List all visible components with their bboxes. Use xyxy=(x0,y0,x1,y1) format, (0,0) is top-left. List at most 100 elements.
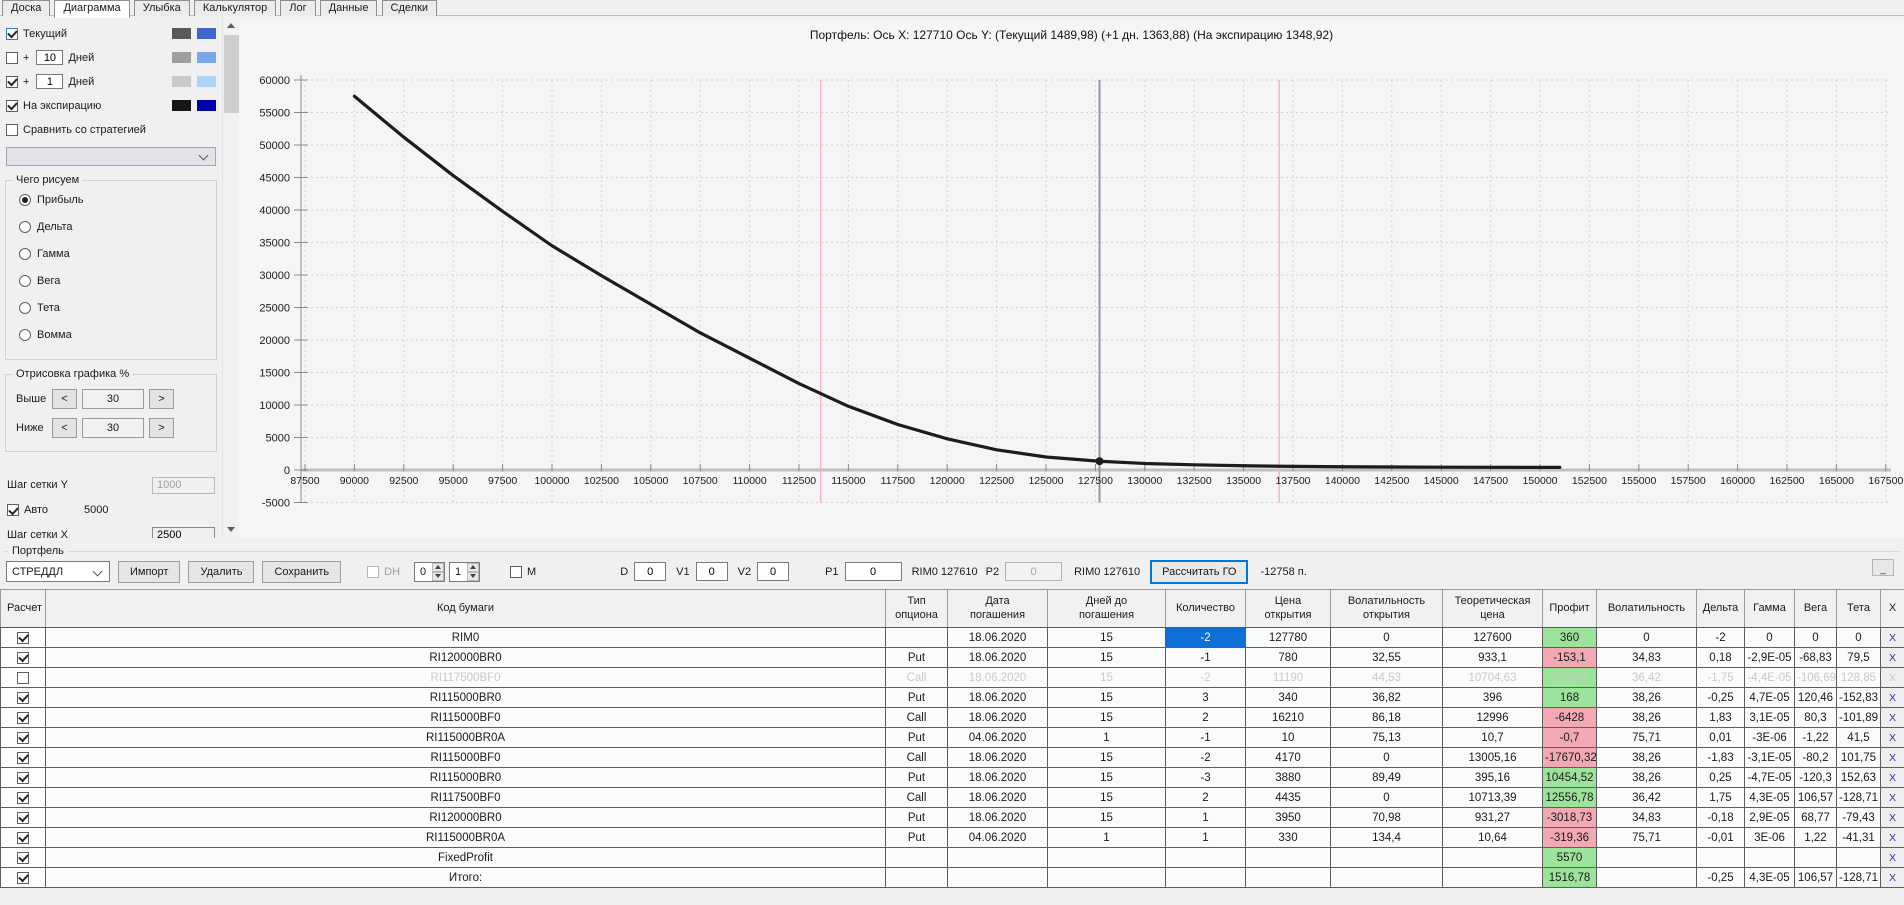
cell-type[interactable]: Put xyxy=(885,807,948,828)
cell-theta[interactable]: 79,5 xyxy=(1836,647,1881,668)
cell-date[interactable]: 18.06.2020 xyxy=(947,707,1048,728)
cell-type[interactable]: Put xyxy=(885,727,948,748)
cell-vol[interactable]: 38,26 xyxy=(1596,687,1697,708)
cell-gamma[interactable]: -3,1E-05 xyxy=(1744,747,1795,768)
cell-vol[interactable]: 38,26 xyxy=(1596,767,1697,788)
cell-delta[interactable]: 1,83 xyxy=(1696,707,1745,728)
tab-diagramma[interactable]: Диаграмма xyxy=(54,0,130,18)
cell-calc[interactable] xyxy=(0,767,46,788)
row-calc-checkbox[interactable] xyxy=(17,731,29,744)
below-decrement-button[interactable]: < xyxy=(52,418,77,438)
cell-vol[interactable]: 0 xyxy=(1596,627,1697,648)
cell-qty[interactable]: 2 xyxy=(1165,707,1246,728)
cell-theta[interactable]: 41,5 xyxy=(1836,727,1881,748)
cell-date[interactable]: 18.06.2020 xyxy=(947,787,1048,808)
cell-date[interactable]: 18.06.2020 xyxy=(947,627,1048,648)
cell-days[interactable]: 15 xyxy=(1047,767,1166,788)
cell-days[interactable] xyxy=(1047,847,1166,868)
cell-openvol[interactable]: 44,53 xyxy=(1330,667,1443,688)
cell-theta[interactable]: -79,43 xyxy=(1836,807,1881,828)
cell-profit[interactable]: 1516,78 xyxy=(1542,867,1597,888)
col-header-openvol[interactable]: Волатильность открытия xyxy=(1330,589,1443,628)
cell-days[interactable]: 15 xyxy=(1047,807,1166,828)
cell-type[interactable] xyxy=(885,867,948,888)
cell-code[interactable]: RI117500BF0 xyxy=(45,667,886,688)
cell-code[interactable]: RI115000BR0 xyxy=(45,767,886,788)
cell-date[interactable]: 18.06.2020 xyxy=(947,747,1048,768)
current-gray-swatch[interactable] xyxy=(172,28,191,39)
cell-vol[interactable]: 38,26 xyxy=(1596,747,1697,768)
cell-profit[interactable]: -153,1 xyxy=(1542,647,1597,668)
cell-date[interactable]: 18.06.2020 xyxy=(947,767,1048,788)
cell-date[interactable] xyxy=(947,847,1048,868)
cell-date[interactable]: 04.06.2020 xyxy=(947,727,1048,748)
cell-date[interactable]: 18.06.2020 xyxy=(947,667,1048,688)
below-increment-button[interactable]: > xyxy=(149,418,174,438)
cell-vol[interactable]: 36,42 xyxy=(1596,667,1697,688)
cell-code[interactable]: RIM0 xyxy=(45,627,886,648)
cell-days[interactable] xyxy=(1047,867,1166,888)
cell-openvol[interactable]: 36,82 xyxy=(1330,687,1443,708)
cell-open[interactable]: 780 xyxy=(1245,647,1331,668)
cell-vega[interactable]: 0 xyxy=(1794,627,1837,648)
row-delete-button[interactable]: X xyxy=(1880,627,1904,648)
cell-theta[interactable]: 152,63 xyxy=(1836,767,1881,788)
tab-doska[interactable]: Доска xyxy=(2,0,51,16)
dh-spinner-1[interactable]: 0 xyxy=(414,561,446,582)
cell-delta[interactable]: -0,01 xyxy=(1696,827,1745,848)
row-calc-checkbox[interactable] xyxy=(17,631,29,644)
calculate-margin-button[interactable]: Рассчитать ГО xyxy=(1150,559,1249,584)
cell-code[interactable]: RI117500BF0 xyxy=(45,787,886,808)
p2-input[interactable] xyxy=(1005,562,1063,581)
cell-open[interactable]: 340 xyxy=(1245,687,1331,708)
cell-theta[interactable]: -128,71 xyxy=(1836,787,1881,808)
cell-calc[interactable] xyxy=(0,787,46,808)
cell-qty[interactable]: 2 xyxy=(1165,787,1246,808)
cell-profit[interactable]: -319,36 xyxy=(1542,827,1597,848)
expiration-gray-swatch[interactable] xyxy=(172,100,191,111)
cell-theta[interactable]: -41,31 xyxy=(1836,827,1881,848)
cell-profit[interactable]: 970,74 xyxy=(1542,667,1597,688)
cell-gamma[interactable]: 4,3E-05 xyxy=(1744,867,1795,888)
cell-gamma[interactable]: 3,1E-05 xyxy=(1744,707,1795,728)
cell-open[interactable]: 3880 xyxy=(1245,767,1331,788)
above-decrement-button[interactable]: < xyxy=(52,389,77,409)
above-value[interactable]: 30 xyxy=(82,389,144,409)
cell-vega[interactable]: -1,22 xyxy=(1794,727,1837,748)
cell-type[interactable]: Call xyxy=(885,787,948,808)
cell-gamma[interactable]: -4,7E-05 xyxy=(1744,767,1795,788)
cell-qty[interactable]: 1 xyxy=(1165,807,1246,828)
cell-profit[interactable]: -6428 xyxy=(1542,707,1597,728)
m-checkbox[interactable] xyxy=(510,565,523,578)
plus10-checkbox[interactable] xyxy=(6,51,18,64)
cell-delta[interactable]: 0,25 xyxy=(1696,767,1745,788)
cell-theo[interactable]: 127600 xyxy=(1442,627,1543,648)
save-button[interactable]: Сохранить xyxy=(262,560,342,583)
cell-open[interactable]: 10 xyxy=(1245,727,1331,748)
cell-calc[interactable] xyxy=(0,687,46,708)
scrollbar-thumb[interactable] xyxy=(224,35,239,113)
cell-theo[interactable] xyxy=(1442,867,1543,888)
cell-qty[interactable]: -3 xyxy=(1165,767,1246,788)
sidebar-scrollbar[interactable] xyxy=(222,17,239,538)
cell-openvol[interactable]: 89,49 xyxy=(1330,767,1443,788)
cell-open[interactable]: 16210 xyxy=(1245,707,1331,728)
col-header-theta[interactable]: Тета xyxy=(1836,589,1881,628)
cell-calc[interactable] xyxy=(0,647,46,668)
cell-days[interactable]: 15 xyxy=(1047,747,1166,768)
plus10-days-input[interactable] xyxy=(36,50,64,65)
cell-days[interactable]: 15 xyxy=(1047,687,1166,708)
cell-theo[interactable]: 933,1 xyxy=(1442,647,1543,668)
cell-type[interactable]: Call xyxy=(885,667,948,688)
cell-code[interactable]: RI115000BF0 xyxy=(45,707,886,728)
cell-theo[interactable]: 10713,39 xyxy=(1442,787,1543,808)
cell-delta[interactable]: -0,25 xyxy=(1696,687,1745,708)
cell-open[interactable]: 330 xyxy=(1245,827,1331,848)
cell-gamma[interactable]: 4,7E-05 xyxy=(1744,687,1795,708)
col-header-code[interactable]: Код бумаги xyxy=(45,589,886,628)
radio-option-theta[interactable]: Тета xyxy=(19,301,208,314)
col-header-theo[interactable]: Теоретическая цена xyxy=(1442,589,1543,628)
v2-input[interactable] xyxy=(757,562,790,581)
expiration-blue-swatch[interactable] xyxy=(197,100,216,111)
cell-code[interactable]: RI120000BR0 xyxy=(45,807,886,828)
